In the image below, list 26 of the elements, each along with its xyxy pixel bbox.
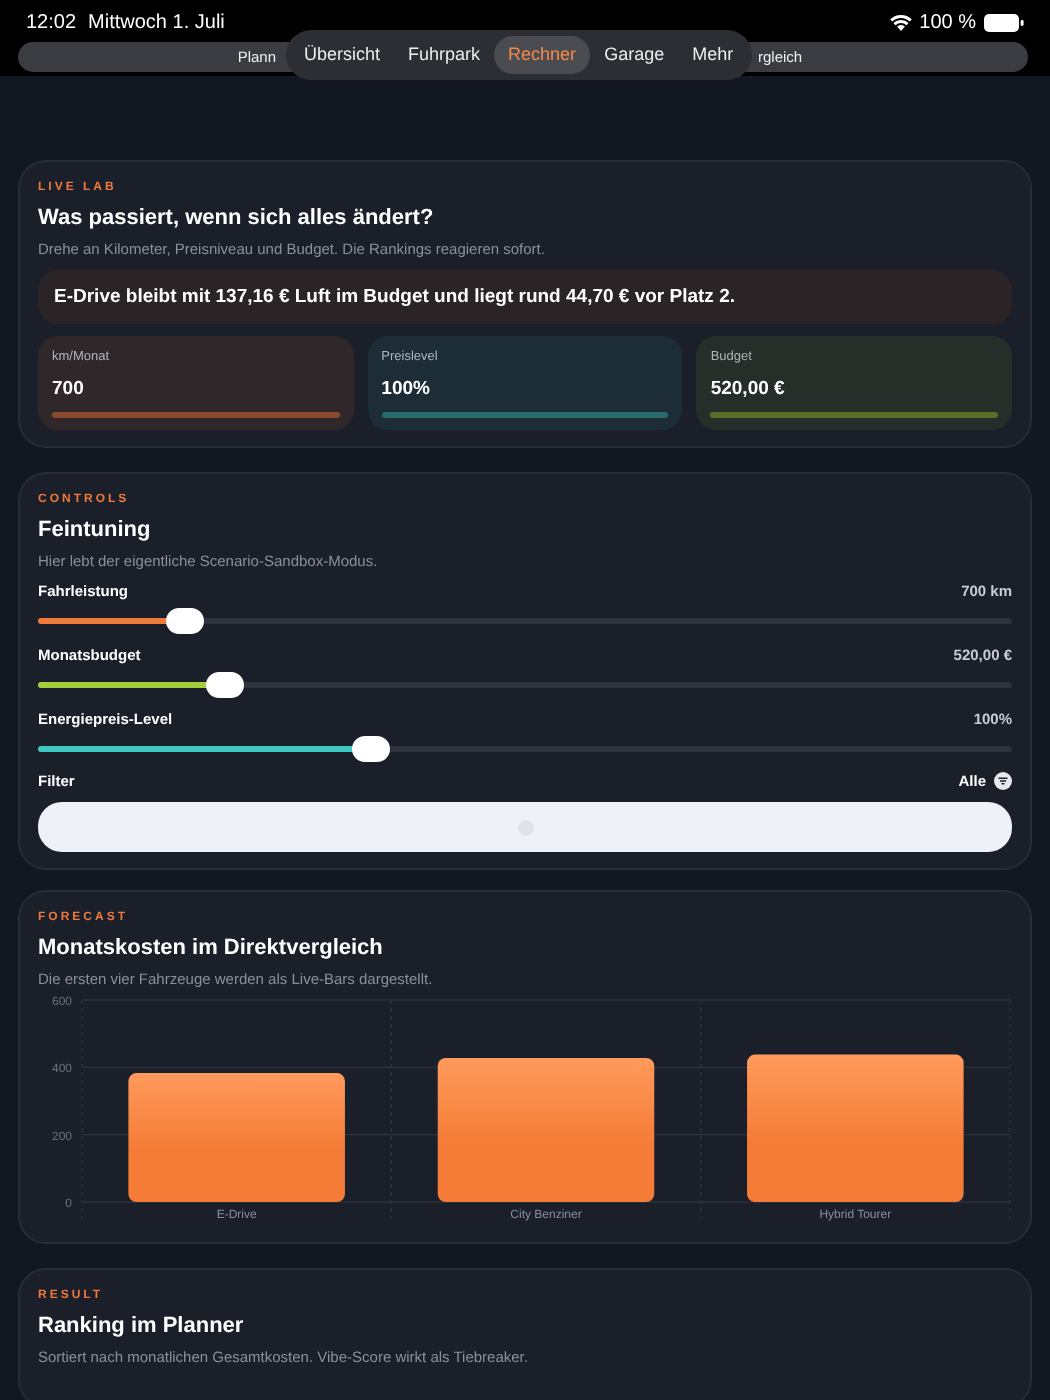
tab[interactable]: Garage [590,36,679,74]
status-time: 12:02 [26,10,77,38]
summary-banner: E-Drive bleibt mit 137,16 € Luft im Budget und liegt rund 44,70 € vor Platz 2. [38,270,1012,324]
slider[interactable] [38,608,1012,634]
stat-value: 520,00 € [710,378,787,400]
reset-button[interactable] [38,802,1012,853]
stat-value: 700 [52,378,86,400]
slider-thumb[interactable] [351,736,390,762]
tab[interactable]: Rechner [494,36,591,74]
stat-value: 100% [381,378,432,400]
section-title: Monatskosten im Direktvergleich [38,936,385,963]
battery-icon [984,14,1024,32]
battery-percent: 100 % [919,10,976,38]
slider-thumb[interactable] [205,672,244,698]
tab[interactable]: Fuhrpark [394,36,495,74]
slider-thumb[interactable] [166,608,205,634]
wifi-icon [889,14,912,32]
filter-icon [994,772,1012,791]
slider[interactable] [38,672,1012,698]
status-date: Mittwoch 1. Juli [88,10,225,38]
section-title: Feintuning [38,518,153,544]
tab[interactable]: Übersicht [290,36,395,74]
section-title: Ranking im Planner [38,1314,246,1341]
slider[interactable] [38,736,1012,762]
section-title: Was passiert, wenn sich alles ändert? [38,206,436,232]
tab[interactable]: Mehr [678,36,748,74]
